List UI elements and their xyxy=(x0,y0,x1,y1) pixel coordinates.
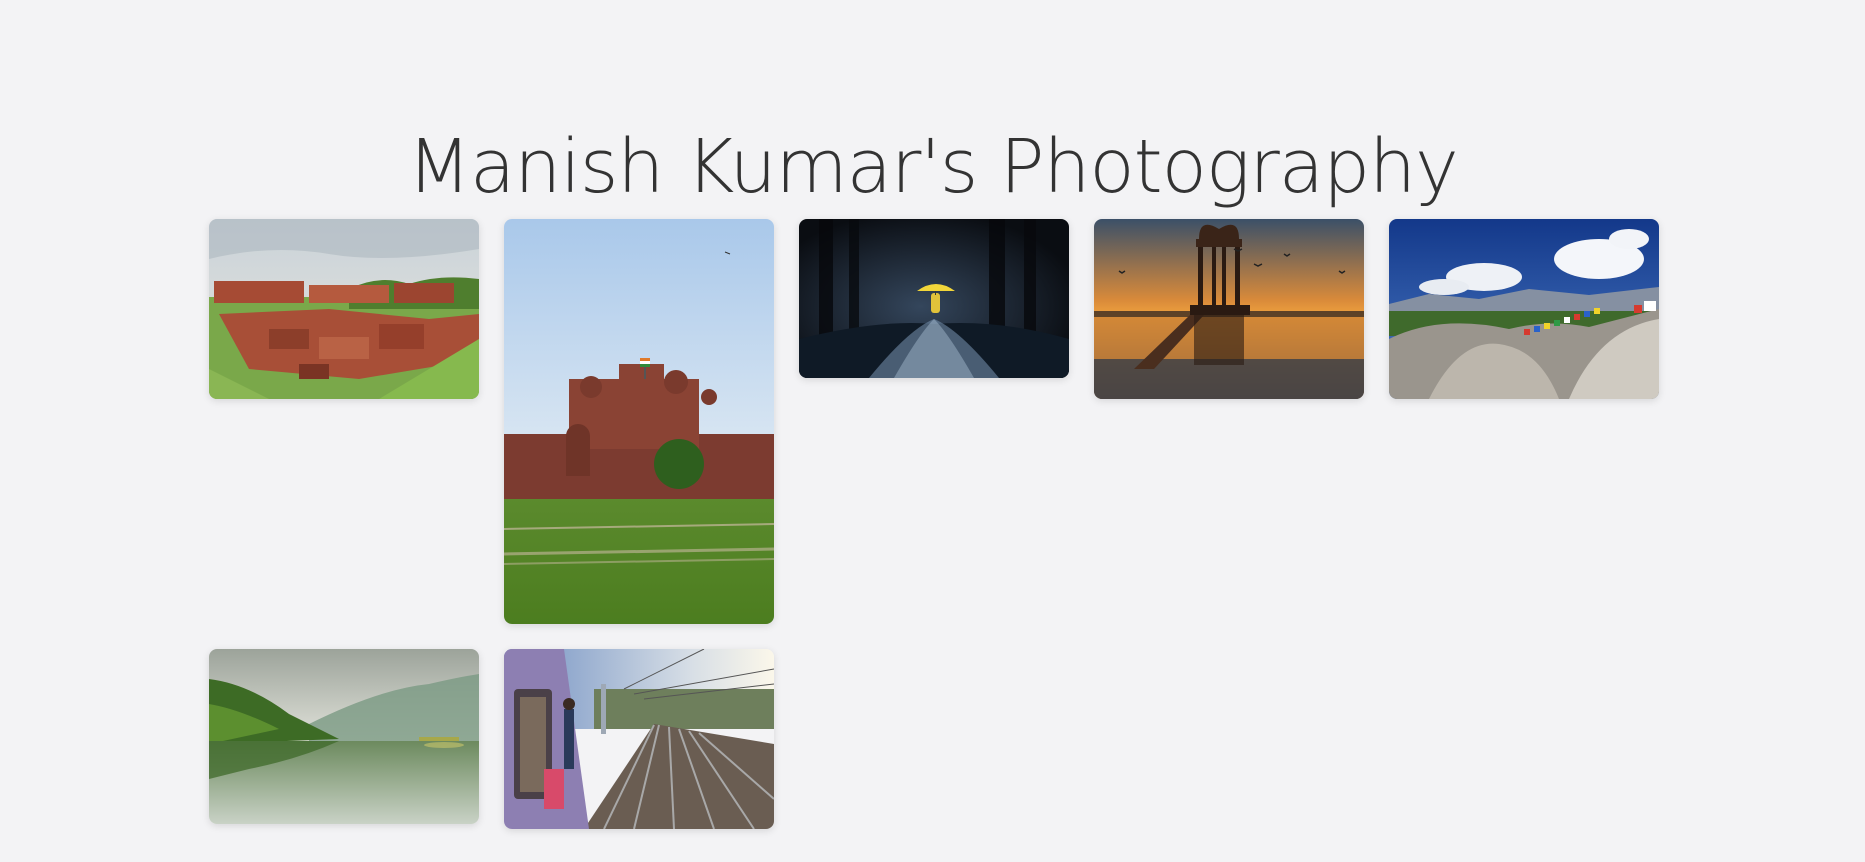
photo-red-fort[interactable] xyxy=(504,219,774,624)
photo-umbrella-forest-image xyxy=(799,219,1069,378)
photo-umbrella-forest[interactable] xyxy=(799,219,1069,378)
photo-mountain-lake-image xyxy=(209,649,479,824)
photo-ruins-image xyxy=(209,219,479,399)
photo-red-fort-image xyxy=(504,219,774,624)
photo-train-tracks-image xyxy=(504,649,774,829)
photo-train-tracks[interactable] xyxy=(504,649,774,829)
photo-lake-pavilion-image xyxy=(1094,219,1364,399)
photo-mountain-lake[interactable] xyxy=(209,649,479,824)
photo-prayer-flags-image xyxy=(1389,219,1659,399)
page-title: Manish Kumar's Photography xyxy=(407,123,1459,210)
photo-lake-pavilion[interactable] xyxy=(1094,219,1364,399)
photo-prayer-flags[interactable] xyxy=(1389,219,1659,399)
photo-ruins[interactable] xyxy=(209,219,479,399)
